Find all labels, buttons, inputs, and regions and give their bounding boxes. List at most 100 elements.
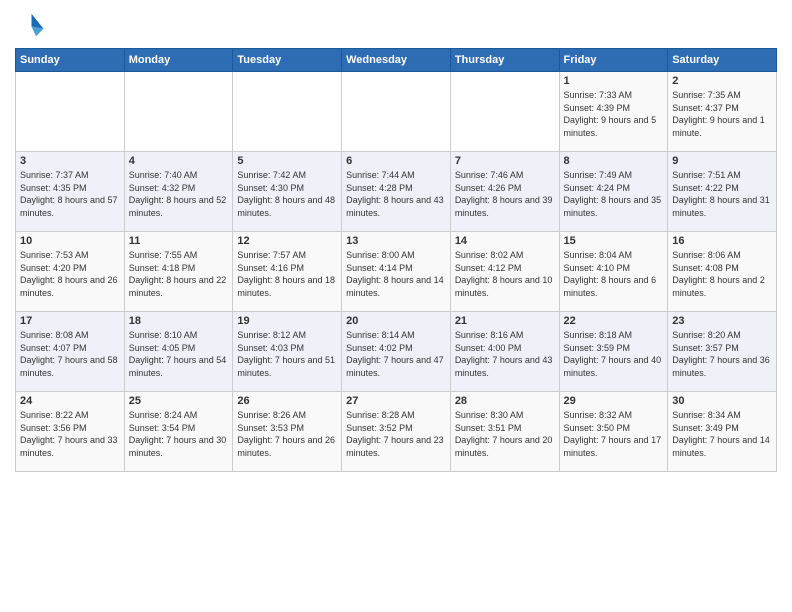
day-info: Sunrise: 7:44 AM Sunset: 4:28 PM Dayligh… [346,169,446,219]
calendar-cell: 21 Sunrise: 8:16 AM Sunset: 4:00 PM Dayli… [450,312,559,392]
day-number: 23 [672,315,772,327]
day-info: Sunrise: 7:42 AM Sunset: 4:30 PM Dayligh… [237,169,337,219]
day-info: Sunrise: 7:46 AM Sunset: 4:26 PM Dayligh… [455,169,555,219]
day-info: Sunrise: 7:40 AM Sunset: 4:32 PM Dayligh… [129,169,229,219]
calendar-cell: 10Sunrise: 7:53 AM Sunset: 4:20 PM Dayli… [16,232,125,312]
weekday-header-wednesday: Wednesday [342,49,451,72]
week-row-4: 17 Sunrise: 8:08 AM Sunset: 4:07 PM Dayli… [16,312,777,392]
day-number: 11 [129,235,229,247]
day-info: Sunrise: 8:00 AM Sunset: 4:14 PM Dayligh… [346,249,446,299]
day-info: Sunrise: 7:37 AM Sunset: 4:35 PM Dayligh… [20,169,120,219]
day-number: 30 [672,395,772,407]
calendar-cell: 8 Sunrise: 7:49 AM Sunset: 4:24 PM Daylig… [559,152,668,232]
day-number: 24 [20,395,120,407]
weekday-header-tuesday: Tuesday [233,49,342,72]
day-info: Sunrise: 8:24 AM Sunset: 3:54 PM Dayligh… [129,409,229,459]
day-number: 21 [455,315,555,327]
day-info: Sunrise: 8:32 AM Sunset: 3:50 PM Dayligh… [564,409,664,459]
week-row-5: 24 Sunrise: 8:22 AM Sunset: 3:56 PM Dayli… [16,392,777,472]
calendar-cell: 12Sunrise: 7:57 AM Sunset: 4:16 PM Dayli… [233,232,342,312]
page: SundayMondayTuesdayWednesdayThursdayFrid… [0,0,792,612]
day-number: 27 [346,395,446,407]
calendar-cell: 1Sunrise: 7:33 AM Sunset: 4:39 PM Daylig… [559,72,668,152]
day-number: 16 [672,235,772,247]
day-info: Sunrise: 7:35 AM Sunset: 4:37 PM Dayligh… [672,89,772,139]
day-info: Sunrise: 8:34 AM Sunset: 3:49 PM Dayligh… [672,409,772,459]
calendar-cell: 18Sunrise: 8:10 AM Sunset: 4:05 PM Dayli… [124,312,233,392]
week-row-2: 3 Sunrise: 7:37 AM Sunset: 4:35 PM Daylig… [16,152,777,232]
day-number: 2 [672,75,772,87]
logo-icon [15,10,45,40]
weekday-header-thursday: Thursday [450,49,559,72]
calendar-cell [124,72,233,152]
day-info: Sunrise: 7:49 AM Sunset: 4:24 PM Dayligh… [564,169,664,219]
day-info: Sunrise: 8:30 AM Sunset: 3:51 PM Dayligh… [455,409,555,459]
day-info: Sunrise: 8:22 AM Sunset: 3:56 PM Dayligh… [20,409,120,459]
day-info: Sunrise: 8:10 AM Sunset: 4:05 PM Dayligh… [129,329,229,379]
week-row-1: 1Sunrise: 7:33 AM Sunset: 4:39 PM Daylig… [16,72,777,152]
day-number: 29 [564,395,664,407]
calendar-cell [16,72,125,152]
day-number: 19 [237,315,337,327]
calendar-cell [342,72,451,152]
calendar-cell: 4 Sunrise: 7:40 AM Sunset: 4:32 PM Daylig… [124,152,233,232]
weekday-header-sunday: Sunday [16,49,125,72]
day-info: Sunrise: 8:12 AM Sunset: 4:03 PM Dayligh… [237,329,337,379]
calendar-cell: 14 Sunrise: 8:02 AM Sunset: 4:12 PM Dayli… [450,232,559,312]
calendar-cell: 13 Sunrise: 8:00 AM Sunset: 4:14 PM Dayli… [342,232,451,312]
calendar-cell: 25Sunrise: 8:24 AM Sunset: 3:54 PM Dayli… [124,392,233,472]
calendar-cell: 15Sunrise: 8:04 AM Sunset: 4:10 PM Dayli… [559,232,668,312]
calendar-cell: 7 Sunrise: 7:46 AM Sunset: 4:26 PM Daylig… [450,152,559,232]
day-number: 13 [346,235,446,247]
weekday-header-saturday: Saturday [668,49,777,72]
day-info: Sunrise: 8:14 AM Sunset: 4:02 PM Dayligh… [346,329,446,379]
calendar-cell [233,72,342,152]
day-number: 3 [20,155,120,167]
day-info: Sunrise: 8:28 AM Sunset: 3:52 PM Dayligh… [346,409,446,459]
calendar-cell: 5 Sunrise: 7:42 AM Sunset: 4:30 PM Daylig… [233,152,342,232]
day-info: Sunrise: 7:55 AM Sunset: 4:18 PM Dayligh… [129,249,229,299]
calendar-cell: 26 Sunrise: 8:26 AM Sunset: 3:53 PM Dayli… [233,392,342,472]
calendar-cell: 6 Sunrise: 7:44 AM Sunset: 4:28 PM Daylig… [342,152,451,232]
day-info: Sunrise: 8:20 AM Sunset: 3:57 PM Dayligh… [672,329,772,379]
day-info: Sunrise: 8:26 AM Sunset: 3:53 PM Dayligh… [237,409,337,459]
calendar-cell: 23 Sunrise: 8:20 AM Sunset: 3:57 PM Dayli… [668,312,777,392]
calendar-cell: 17 Sunrise: 8:08 AM Sunset: 4:07 PM Dayli… [16,312,125,392]
weekday-header-friday: Friday [559,49,668,72]
weekday-header-row: SundayMondayTuesdayWednesdayThursdayFrid… [16,49,777,72]
day-info: Sunrise: 8:02 AM Sunset: 4:12 PM Dayligh… [455,249,555,299]
day-number: 10 [20,235,120,247]
day-info: Sunrise: 8:18 AM Sunset: 3:59 PM Dayligh… [564,329,664,379]
day-number: 6 [346,155,446,167]
day-info: Sunrise: 8:08 AM Sunset: 4:07 PM Dayligh… [20,329,120,379]
day-number: 1 [564,75,664,87]
day-info: Sunrise: 8:16 AM Sunset: 4:00 PM Dayligh… [455,329,555,379]
logo [15,10,49,40]
day-number: 22 [564,315,664,327]
week-row-3: 10Sunrise: 7:53 AM Sunset: 4:20 PM Dayli… [16,232,777,312]
day-number: 5 [237,155,337,167]
calendar-cell: 20Sunrise: 8:14 AM Sunset: 4:02 PM Dayli… [342,312,451,392]
day-number: 14 [455,235,555,247]
calendar-cell: 9Sunrise: 7:51 AM Sunset: 4:22 PM Daylig… [668,152,777,232]
day-number: 4 [129,155,229,167]
calendar-cell: 22 Sunrise: 8:18 AM Sunset: 3:59 PM Dayli… [559,312,668,392]
calendar-cell: 27 Sunrise: 8:28 AM Sunset: 3:52 PM Dayli… [342,392,451,472]
day-number: 26 [237,395,337,407]
calendar-cell: 2 Sunrise: 7:35 AM Sunset: 4:37 PM Daylig… [668,72,777,152]
day-number: 28 [455,395,555,407]
day-number: 7 [455,155,555,167]
day-number: 17 [20,315,120,327]
day-number: 8 [564,155,664,167]
calendar-cell: 19 Sunrise: 8:12 AM Sunset: 4:03 PM Dayli… [233,312,342,392]
calendar-cell: 29 Sunrise: 8:32 AM Sunset: 3:50 PM Dayli… [559,392,668,472]
weekday-header-monday: Monday [124,49,233,72]
day-info: Sunrise: 8:04 AM Sunset: 4:10 PM Dayligh… [564,249,664,299]
day-info: Sunrise: 8:06 AM Sunset: 4:08 PM Dayligh… [672,249,772,299]
calendar-cell: 11 Sunrise: 7:55 AM Sunset: 4:18 PM Dayli… [124,232,233,312]
calendar-cell: 16 Sunrise: 8:06 AM Sunset: 4:08 PM Dayli… [668,232,777,312]
header [15,10,777,40]
calendar-cell: 3 Sunrise: 7:37 AM Sunset: 4:35 PM Daylig… [16,152,125,232]
calendar-cell: 30 Sunrise: 8:34 AM Sunset: 3:49 PM Dayli… [668,392,777,472]
calendar-table: SundayMondayTuesdayWednesdayThursdayFrid… [15,48,777,472]
